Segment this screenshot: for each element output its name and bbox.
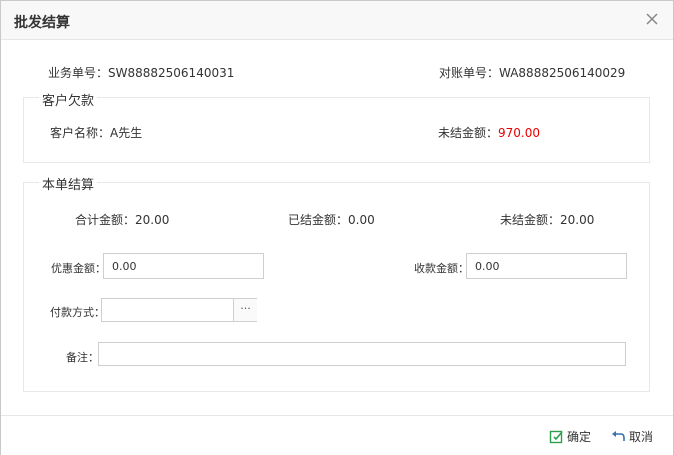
customer-unsettled: 未结金额：970.00: [438, 124, 540, 141]
order-number: 业务单号：SW88882506140031: [48, 66, 235, 80]
discount-input[interactable]: [103, 253, 264, 279]
settlement-legend: 本单结算: [39, 174, 98, 193]
customer-name: 客户名称：A先生: [50, 126, 143, 140]
settlement-dialog: 批发结算 业务单号：SW88882506140031 对账单号：WA888825…: [0, 0, 674, 455]
customer-unsettled-label: 未结金额：: [438, 126, 499, 140]
settled-amount: 已结金额：0.00: [288, 213, 375, 227]
dialog-title: 批发结算: [14, 15, 70, 31]
dialog-titlebar: 批发结算: [1, 1, 673, 40]
received-label: 收款金额：: [414, 262, 469, 275]
confirm-label: 确定: [567, 430, 592, 444]
edit-check-icon: [549, 430, 563, 444]
statement-number: 对账单号：WA88882506140029: [439, 66, 626, 80]
remark-input[interactable]: [98, 342, 626, 366]
cancel-button[interactable]: 取消: [611, 428, 653, 445]
cancel-label: 取消: [629, 430, 654, 444]
unsettled-amount: 未结金额：20.00: [500, 213, 595, 227]
discount-label: 优惠金额：: [51, 262, 106, 275]
payment-method-more-button[interactable]: ···: [233, 299, 257, 321]
undo-arrow-icon: [612, 431, 625, 441]
payment-method-input[interactable]: [102, 299, 234, 321]
total-amount: 合计金额：20.00: [75, 213, 170, 227]
customer-debt-legend: 客户欠款: [39, 90, 98, 109]
close-icon[interactable]: [643, 10, 661, 28]
payment-method-label: 付款方式：: [50, 306, 105, 319]
payment-method-picker: ···: [101, 298, 257, 322]
remark-label: 备注：: [66, 351, 99, 364]
confirm-button[interactable]: 确定: [549, 428, 591, 445]
dialog-footer: 确定 取消: [1, 415, 673, 455]
customer-unsettled-value: 970.00: [498, 126, 541, 140]
received-input[interactable]: [466, 253, 627, 279]
